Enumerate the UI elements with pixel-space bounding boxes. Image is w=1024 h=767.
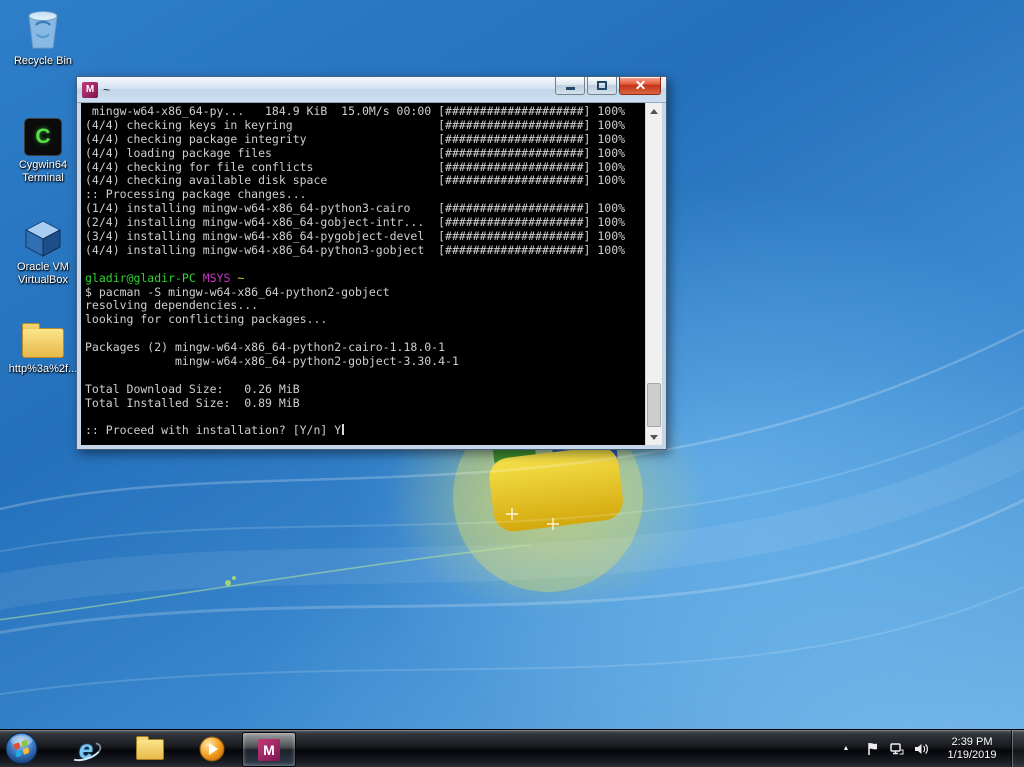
maximize-icon (597, 81, 607, 90)
folder-icon (4, 314, 82, 360)
window-title: ~ (103, 83, 110, 97)
taskbar-msys-button[interactable]: M (242, 732, 296, 767)
desktop-icon-label: Recycle Bin (4, 55, 82, 68)
scrollbar-thumb[interactable] (647, 383, 661, 427)
terminal-line: resolving dependencies... (85, 299, 645, 313)
terminal-line: (4/4) installing mingw-w64-x86_64-python… (85, 244, 645, 258)
explorer-folder-icon (136, 739, 164, 760)
terminal-line: (1/4) installing mingw-w64-x86_64-python… (85, 202, 645, 216)
taskbar-clock[interactable]: 2:39 PM 1/19/2019 (943, 736, 1001, 762)
terminal-line (85, 327, 645, 341)
terminal-scrollbar[interactable] (645, 103, 662, 445)
maximize-button[interactable] (587, 77, 617, 95)
close-button[interactable] (619, 77, 661, 95)
taskbar-explorer-button[interactable] (136, 735, 164, 763)
msys-taskbar-icon: M (258, 739, 280, 761)
clock-time: 2:39 PM (943, 736, 1001, 749)
arrow-down-icon (650, 435, 658, 440)
taskbar-wmp-button[interactable] (198, 735, 226, 763)
window-controls (555, 77, 661, 95)
start-button[interactable] (5, 732, 38, 765)
msys-window-icon: M (82, 82, 98, 98)
terminal-line: mingw-w64-x86_64-py... 184.9 KiB 15.0M/s… (85, 105, 645, 119)
desktop-icon-label: Oracle VM VirtualBox (4, 261, 82, 287)
minimize-icon (566, 87, 575, 90)
flag-icon (865, 741, 881, 757)
desktop-icon-label: Cygwin64 Terminal (4, 159, 82, 185)
terminal-line: (4/4) checking available disk space [###… (85, 174, 645, 188)
terminal-line: (4/4) loading package files [###########… (85, 147, 645, 161)
scroll-down-button[interactable] (646, 429, 662, 445)
terminal-line: mingw-w64-x86_64-python2-gobject-3.30.4-… (85, 355, 645, 369)
desktop-icon-http-folder[interactable]: http%3a%2f... (4, 314, 82, 376)
terminal-line: gladir@gladir-PC MSYS ~ (85, 272, 645, 286)
clock-date: 1/19/2019 (943, 749, 1001, 762)
terminal-line: Total Installed Size: 0.89 MiB (85, 397, 645, 411)
mintty-window: M ~ mingw-w64-x86_64-py... 184.9 KiB 15.… (76, 76, 667, 450)
terminal-line (85, 411, 645, 425)
volume-button[interactable] (912, 740, 930, 758)
cygwin-terminal-icon: C (4, 110, 82, 156)
terminal-line: Packages (2) mingw-w64-x86_64-python2-ca… (85, 341, 645, 355)
terminal-cursor (342, 424, 344, 435)
desktop-icon-label: http%3a%2f... (4, 363, 82, 376)
terminal-line: looking for conflicting packages... (85, 313, 645, 327)
terminal-line: (4/4) checking for file conflicts [#####… (85, 161, 645, 175)
virtualbox-cube-icon (4, 212, 82, 258)
terminal-output[interactable]: mingw-w64-x86_64-py... 184.9 KiB 15.0M/s… (81, 103, 645, 445)
minimize-button[interactable] (555, 77, 585, 95)
network-status-button[interactable] (888, 740, 906, 758)
terminal-line: (2/4) installing mingw-w64-x86_64-gobjec… (85, 216, 645, 230)
scroll-up-button[interactable] (646, 103, 662, 119)
speaker-icon (913, 741, 929, 757)
terminal-line: :: Processing package changes... (85, 188, 645, 202)
terminal-line: Total Download Size: 0.26 MiB (85, 383, 645, 397)
network-icon (889, 741, 905, 757)
taskbar: e M ▲ (0, 729, 1024, 767)
terminal-line (85, 258, 645, 272)
desktop-icon-cygwin64-terminal[interactable]: C Cygwin64 Terminal (4, 110, 82, 185)
terminal-line: (3/4) installing mingw-w64-x86_64-pygobj… (85, 230, 645, 244)
windows-flag-icon (5, 732, 38, 765)
system-tray: ▲ 2:39 PM 1/19/2019 (837, 730, 1024, 767)
terminal-line (85, 369, 645, 383)
action-center-button[interactable] (864, 740, 882, 758)
recycle-bin-icon (4, 6, 82, 52)
tray-overflow-button[interactable]: ▲ (837, 745, 855, 752)
terminal-line: $ pacman -S mingw-w64-x86_64-python2-gob… (85, 286, 645, 300)
taskbar-ie-button[interactable]: e (72, 735, 100, 763)
show-desktop-button[interactable] (1011, 730, 1024, 767)
terminal-line: :: Proceed with installation? [Y/n] Y (85, 424, 645, 438)
terminal-line: (4/4) checking keys in keyring [########… (85, 119, 645, 133)
desktop-icon-recycle-bin[interactable]: Recycle Bin (4, 6, 82, 68)
media-player-icon (199, 736, 225, 762)
window-body: mingw-w64-x86_64-py... 184.9 KiB 15.0M/s… (81, 103, 662, 445)
window-titlebar[interactable]: M ~ (77, 77, 666, 103)
terminal-line: (4/4) checking package integrity [######… (85, 133, 645, 147)
arrow-up-icon (650, 109, 658, 114)
desktop-icon-virtualbox[interactable]: Oracle VM VirtualBox (4, 212, 82, 287)
